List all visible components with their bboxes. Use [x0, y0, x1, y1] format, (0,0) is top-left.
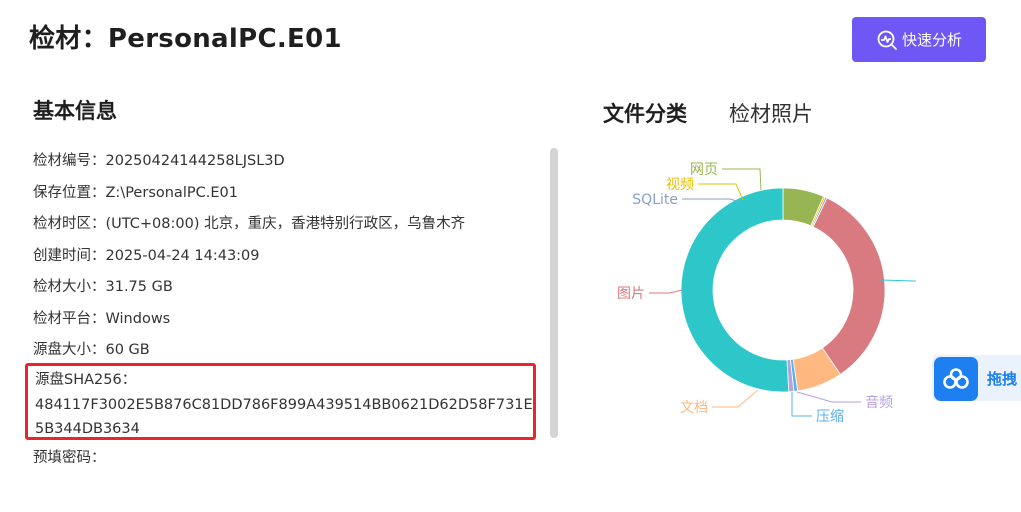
page-title: 检材：PersonalPC.E01 [29, 24, 342, 54]
info-value: 2025-04-24 14:43:09 [105, 247, 260, 264]
sha256-label: 源盘SHA256： [35, 372, 137, 388]
donut-leader-line [722, 168, 762, 191]
info-label: 源盘大小： [33, 342, 106, 358]
prefill-password-row: 预填密码： [33, 446, 106, 470]
tab-material-photos[interactable]: 检材照片 [729, 98, 813, 128]
info-row-size: 检材大小：31.75 GB [33, 272, 543, 304]
donut-leader-line [698, 183, 744, 201]
sha256-value-line1: 484117F3002E5B876C81DD786F899A439514BB06… [35, 396, 533, 413]
donut-label-sqlite: SQLite [632, 192, 678, 208]
donut-leader-line [796, 391, 861, 403]
donut-label-image: 图片 [617, 286, 645, 302]
info-label: 检材时区： [33, 216, 106, 232]
info-scrollbar[interactable] [550, 148, 558, 438]
info-row-location: 保存位置：Z:\PersonalPC.E01 [33, 178, 543, 210]
donut-slice[interactable] [680, 187, 790, 393]
donut-leader-line [649, 289, 683, 294]
quick-analysis-button[interactable]: 快速分析 [852, 17, 986, 62]
info-row-timezone: 检材时区：(UTC+08:00) 北京，重庆，香港特别行政区，乌鲁木齐 [33, 209, 543, 241]
donut-leader-line [682, 198, 741, 203]
right-tabs: 文件分类 检材照片 [603, 98, 813, 128]
donut-label-archive: 压缩 [816, 409, 844, 425]
basic-info-title: 基本信息 [33, 99, 117, 123]
quick-analysis-label: 快速分析 [901, 31, 962, 49]
info-label: 检材编号： [33, 153, 106, 169]
info-value: Z:\PersonalPC.E01 [105, 184, 238, 201]
donut-slice[interactable] [812, 197, 886, 375]
info-row-platform: 检材平台：Windows [33, 304, 543, 336]
file-classification-donut-chart: 网页视频SQLite 图片文档压缩 音频 [617, 162, 916, 425]
basic-info-list: 检材编号：20250424144258LJSL3D 保存位置：Z:\Person… [33, 146, 543, 367]
sha256-value-line2: 5B344DB3634 [35, 421, 140, 437]
info-label: 检材大小： [33, 279, 106, 295]
floating-widget-label: 拖拽 [987, 370, 1018, 388]
donut-label-document: 文档 [680, 400, 708, 416]
donut-label-web: 网页 [690, 162, 718, 178]
cloud-icon [934, 357, 978, 401]
info-value: 60 GB [105, 342, 150, 358]
donut-leader-line [879, 279, 916, 282]
info-value: Windows [105, 310, 171, 327]
info-value: 20250424144258LJSL3D [105, 153, 285, 169]
donut-label-audio: 音频 [865, 394, 893, 411]
info-row-source-size: 源盘大小：60 GB [33, 335, 543, 367]
info-label: 保存位置： [33, 184, 106, 201]
tab-file-classification[interactable]: 文件分类 [603, 98, 687, 128]
donut-label-video: 视频 [666, 177, 694, 193]
floating-drag-widget[interactable]: 拖拽 [932, 355, 1021, 401]
prefill-password-label: 预填密码： [33, 450, 106, 466]
info-value: (UTC+08:00) 北京，重庆，香港特别行政区，乌鲁木齐 [105, 216, 466, 232]
sha256-highlight-box: 源盘SHA256： 484117F3002E5B876C81DD786F899A… [25, 363, 536, 440]
info-row-created: 创建时间：2025-04-24 14:43:09 [33, 241, 543, 273]
info-value: 31.75 GB [105, 279, 173, 295]
info-label: 检材平台： [33, 310, 106, 327]
analysis-icon [876, 29, 898, 51]
info-label: 创建时间： [33, 247, 106, 264]
donut-leader-line [712, 389, 759, 408]
info-row-id: 检材编号：20250424144258LJSL3D [33, 146, 543, 178]
